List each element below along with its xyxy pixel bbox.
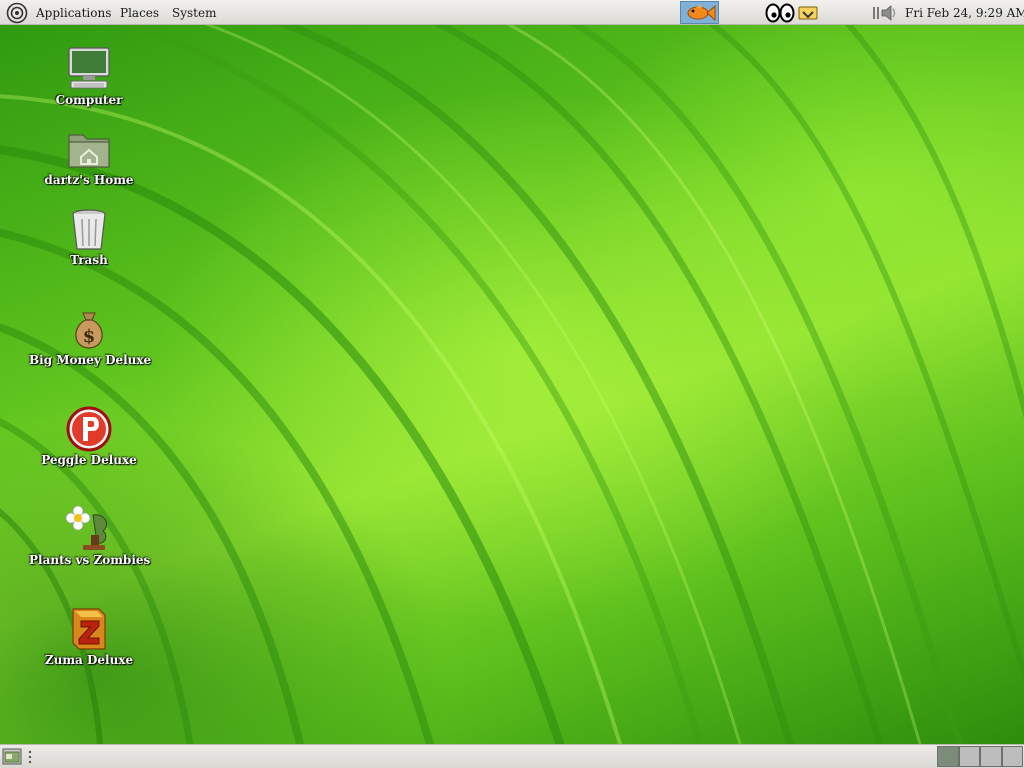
plants-vs-zombies-icon xyxy=(65,505,108,550)
workspace-3[interactable] xyxy=(980,746,1002,767)
applications-menu[interactable]: Applications xyxy=(36,6,111,20)
workspace-switcher xyxy=(937,746,1023,767)
zuma-icon xyxy=(72,608,106,650)
eyes-icon[interactable] xyxy=(765,3,795,23)
peggle-icon xyxy=(66,406,112,452)
desktop-icon-plants-vs-zombies[interactable]: Plants vs Zombies xyxy=(29,505,151,567)
fish-icon xyxy=(687,4,716,22)
computer-icon xyxy=(68,47,110,89)
desktop-icon-label: dartz's Home xyxy=(44,173,134,187)
desktop-icon-label: Zuma Deluxe xyxy=(44,653,134,667)
desktop-background[interactable] xyxy=(0,25,1024,744)
system-menu[interactable]: System xyxy=(172,6,216,20)
desktop-icon-peggle[interactable]: Peggle Deluxe xyxy=(29,405,149,467)
desktop-icon-trash[interactable]: Trash xyxy=(29,205,149,267)
desktop-icon-computer[interactable]: Computer xyxy=(29,45,149,107)
home-folder-icon xyxy=(68,134,110,168)
panel-drag-handle[interactable] xyxy=(28,750,32,764)
desktop-icon-label: Peggle Deluxe xyxy=(41,453,137,467)
money-bag-icon: $ xyxy=(75,312,103,349)
gnome-foot-icon[interactable] xyxy=(6,2,28,24)
desktop-icon-label: Computer xyxy=(55,93,123,107)
show-desktop-icon[interactable] xyxy=(2,748,22,765)
workspace-4[interactable] xyxy=(1001,746,1023,767)
clock[interactable]: Fri Feb 24, 9:29 AM xyxy=(905,6,1024,20)
desktop-icon-label: Plants vs Zombies xyxy=(29,553,151,567)
leaf-vein-pattern xyxy=(0,25,1024,744)
desktop-icon-label: Big Money Deluxe xyxy=(29,353,152,367)
volume-icon[interactable] xyxy=(870,3,900,23)
workspace-2[interactable] xyxy=(958,746,980,767)
notification-icon[interactable] xyxy=(797,4,819,22)
bottom-panel xyxy=(0,744,1024,768)
top-panel: Applications Places System Fri Feb 24, 9… xyxy=(0,0,1024,25)
fish-applet[interactable] xyxy=(680,1,719,24)
workspace-1[interactable] xyxy=(937,746,959,767)
desktop-icon-label: Trash xyxy=(70,253,108,267)
desktop-icon-zuma[interactable]: Zuma Deluxe xyxy=(29,605,149,667)
desktop-icon-home[interactable]: dartz's Home xyxy=(29,125,149,187)
svg-text:$: $ xyxy=(83,326,96,347)
trash-icon xyxy=(72,209,106,250)
desktop-icon-big-money[interactable]: $ Big Money Deluxe xyxy=(29,305,152,367)
places-menu[interactable]: Places xyxy=(120,6,159,20)
